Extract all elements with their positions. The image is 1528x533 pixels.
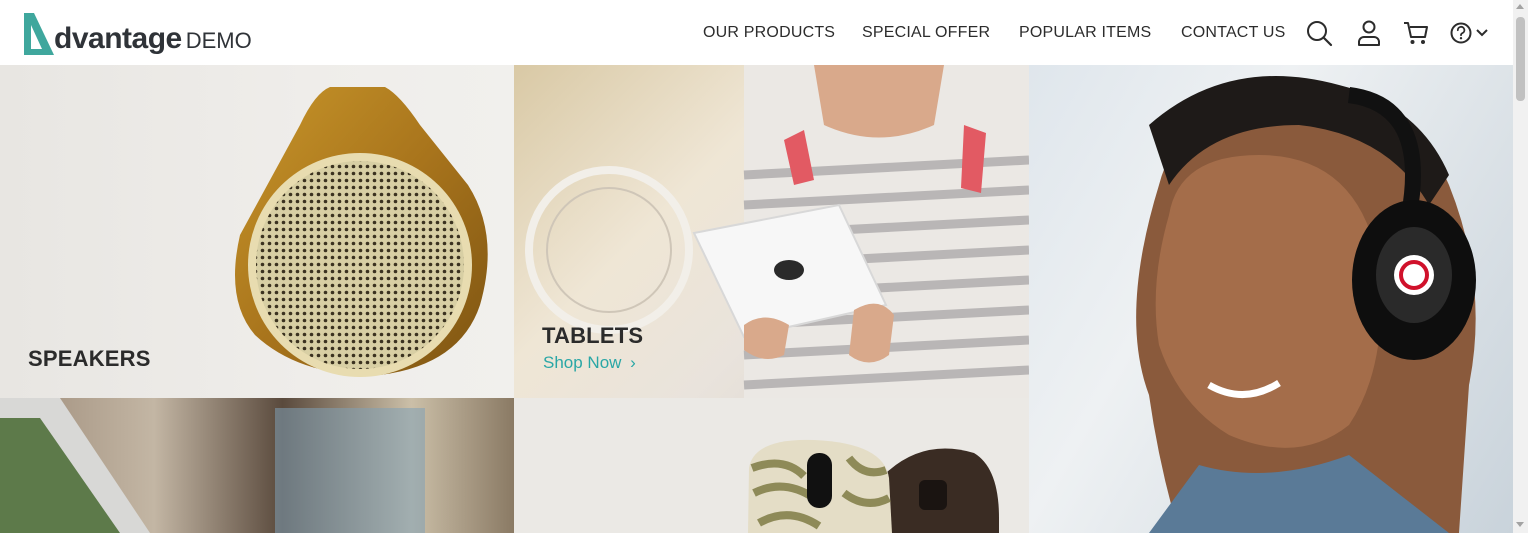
nav-popular-items[interactable]: POPULAR ITEMS [1019,22,1151,44]
nav-contact-us[interactable]: CONTACT US [1181,22,1286,44]
scroll-down-arrow-icon[interactable] [1516,522,1524,527]
help-icon[interactable] [1448,18,1474,48]
chevron-right-icon: › [630,353,636,372]
chevron-down-icon[interactable] [1475,18,1489,48]
category-tile-mice[interactable] [514,398,1029,533]
category-tile-headphones[interactable] [1029,65,1513,533]
site-header: dvantage DEMO OUR PRODUCTS SPECIAL OFFER… [0,0,1513,65]
shop-now-label: Shop Now [543,353,622,372]
tile-title-speakers: SPEAKERS [28,346,151,371]
user-icon[interactable] [1354,18,1384,48]
scroll-thumb[interactable] [1516,17,1525,101]
nav-our-products[interactable]: OUR PRODUCTS [703,22,835,44]
category-tile-speakers[interactable]: SPEAKERS [0,65,514,398]
tile-title-tablets: TABLETS [542,323,644,348]
category-tile-laptops[interactable] [0,398,514,533]
search-icon[interactable] [1304,18,1334,48]
mice-image [748,439,999,533]
headphones-image [1136,76,1476,533]
vertical-scrollbar[interactable] [1513,0,1528,533]
nav-special-offer[interactable]: SPECIAL OFFER [862,22,990,44]
category-tile-tablets[interactable]: TABLETS Shop Now › [514,65,1029,398]
cart-icon[interactable] [1401,18,1431,48]
main-nav: OUR PRODUCTS SPECIAL OFFER POPULAR ITEMS… [0,22,1513,44]
shop-now-link[interactable]: Shop Now › [543,353,636,373]
scroll-up-arrow-icon[interactable] [1516,4,1524,9]
laptop-image [0,398,425,533]
